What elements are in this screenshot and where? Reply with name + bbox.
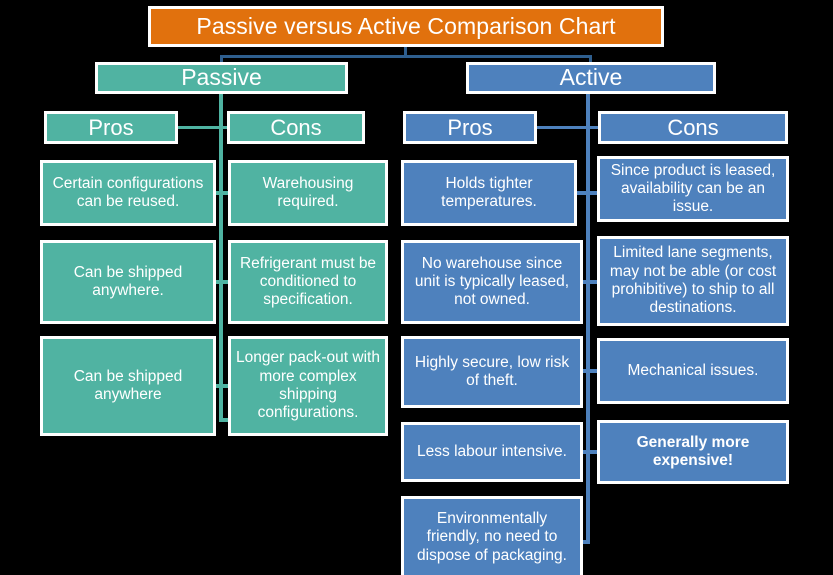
connector-passive-pros-header-stub <box>177 126 220 129</box>
connector-active-spine <box>586 92 590 544</box>
chart-title: Passive versus Active Comparison Chart <box>148 6 664 47</box>
column-header-passive-pros-label: Pros <box>88 114 134 140</box>
column-header-active-pros-label: Pros <box>447 114 493 140</box>
active-pros-item-1[interactable]: Holds tighter temperatures. <box>401 160 577 226</box>
passive-pros-item-1[interactable]: Certain configurations can be reused. <box>40 160 216 226</box>
active-pros-item-2-text: No warehouse since unit is typically lea… <box>414 254 570 309</box>
active-cons-item-4-text: Generally more expensive! <box>636 433 750 469</box>
column-header-passive-cons-label: Cons <box>270 114 322 140</box>
active-cons-item-1[interactable]: Since product is leased, availability ca… <box>597 156 789 222</box>
active-cons-item-2[interactable]: Limited lane segments, may not be able (… <box>597 236 789 326</box>
passive-cons-item-1-text: Warehousing required. <box>262 174 354 210</box>
column-header-active-cons-label: Cons <box>667 114 719 140</box>
active-cons-item-3[interactable]: Mechanical issues. <box>597 338 789 404</box>
connector-branch-bus <box>220 55 592 58</box>
active-cons-item-3-text: Mechanical issues. <box>627 361 759 379</box>
passive-cons-item-1[interactable]: Warehousing required. <box>228 160 388 226</box>
passive-pros-item-2[interactable]: Can be shipped anywhere. <box>40 240 216 324</box>
branch-passive[interactable]: Passive <box>95 62 348 94</box>
column-header-passive-cons[interactable]: Cons <box>227 111 365 144</box>
active-pros-item-1-text: Holds tighter temperatures. <box>441 174 537 210</box>
active-cons-item-4[interactable]: Generally more expensive! <box>597 420 789 484</box>
column-header-passive-pros[interactable]: Pros <box>44 111 178 144</box>
chart-title-text: Passive versus Active Comparison Chart <box>196 12 616 39</box>
passive-cons-item-3[interactable]: Longer pack-out with more complex shippi… <box>228 336 388 436</box>
passive-pros-item-3-text: Can be shipped anywhere <box>73 367 183 403</box>
branch-active[interactable]: Active <box>466 62 716 94</box>
connector-active-pros-header-stub <box>537 126 587 129</box>
passive-pros-item-3[interactable]: Can be shipped anywhere <box>40 336 216 436</box>
column-header-active-cons[interactable]: Cons <box>598 111 788 144</box>
branch-passive-label: Passive <box>181 64 262 91</box>
active-pros-item-4[interactable]: Less labour intensive. <box>401 422 583 482</box>
active-cons-item-1-text: Since product is leased, availability ca… <box>610 161 776 216</box>
active-pros-item-5[interactable]: Environmentally friendly, no need to dis… <box>401 496 583 575</box>
column-header-active-pros[interactable]: Pros <box>403 111 537 144</box>
active-pros-item-5-text: Environmentally friendly, no need to dis… <box>417 510 567 564</box>
connector-passive-spine <box>219 92 223 421</box>
comparison-chart: Passive versus Active Comparison Chart P… <box>0 0 833 575</box>
active-pros-item-3-text: Highly secure, low risk of theft. <box>414 353 570 389</box>
passive-cons-item-2-text: Refrigerant must be conditioned to speci… <box>239 254 377 309</box>
passive-cons-item-3-text: Longer pack-out with more complex shippi… <box>236 349 380 422</box>
passive-pros-item-1-text: Certain configurations can be reused. <box>52 174 204 210</box>
active-pros-item-4-text: Less labour intensive. <box>417 442 567 460</box>
active-pros-item-3[interactable]: Highly secure, low risk of theft. <box>401 336 583 408</box>
active-pros-item-2[interactable]: No warehouse since unit is typically lea… <box>401 240 583 324</box>
branch-active-label: Active <box>559 64 623 91</box>
passive-cons-item-2[interactable]: Refrigerant must be conditioned to speci… <box>228 240 388 324</box>
active-cons-item-2-text: Limited lane segments, may not be able (… <box>609 244 777 317</box>
passive-pros-item-2-text: Can be shipped anywhere. <box>73 263 183 299</box>
